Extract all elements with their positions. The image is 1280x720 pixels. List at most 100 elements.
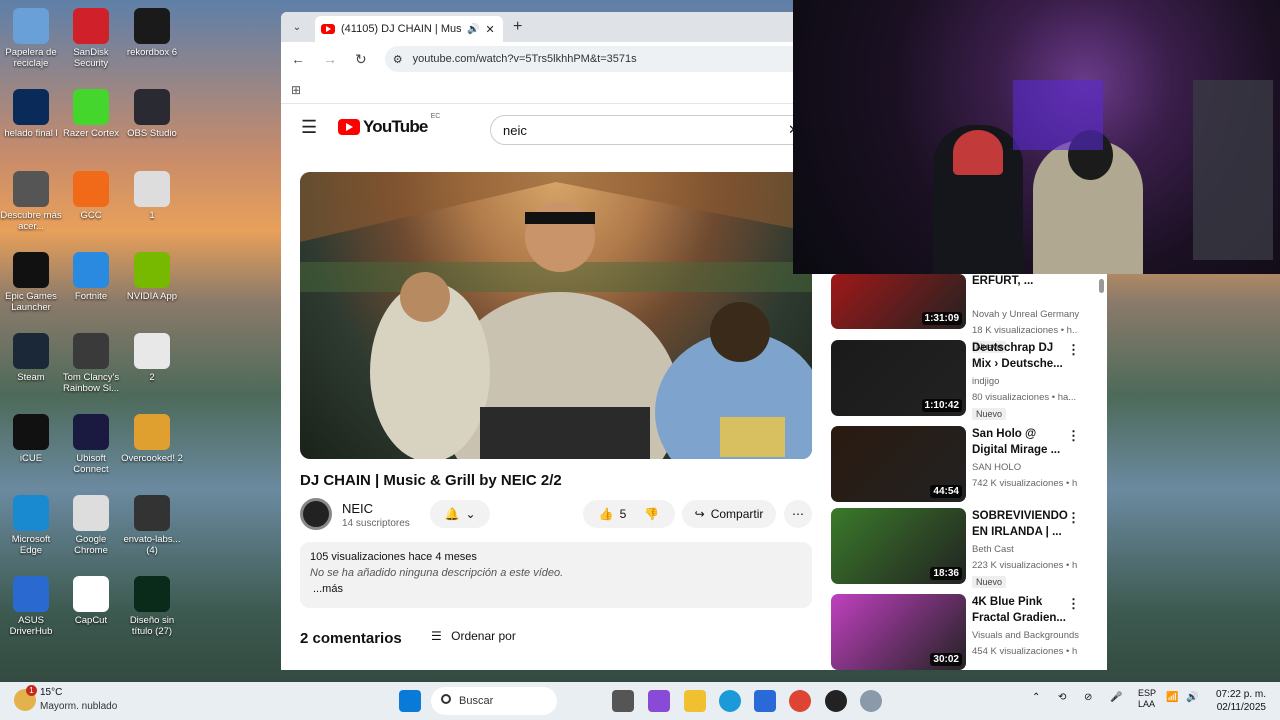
show-more-link[interactable]: ...más (313, 583, 802, 595)
recommendation-thumbnail[interactable]: 1:10:42 (831, 340, 966, 416)
video-player[interactable] (300, 172, 812, 459)
new-tab-button[interactable]: + (513, 18, 522, 36)
store-icon[interactable] (754, 690, 776, 712)
recommendation-item[interactable]: 18:36 SOBREVIVIENDO EN IRLANDA | ... Beth … (831, 508, 1101, 588)
forward-icon[interactable]: → (323, 51, 337, 67)
desktop-icon[interactable]: iCUE (0, 414, 62, 464)
share-button[interactable]: ↪ Compartir (682, 500, 776, 528)
recommendation-channel[interactable]: indjigo (972, 376, 999, 387)
desktop-icon[interactable]: Epic Games Launcher (0, 252, 62, 313)
desktop-icon[interactable]: Fortnite (60, 252, 122, 302)
network-icon[interactable]: 📶 (1166, 692, 1178, 703)
description-box[interactable]: 105 visualizaciones hace 4 meses No se h… (300, 542, 812, 608)
recommendation-title[interactable]: 4K Blue Pink Fractal Gradien... (972, 594, 1072, 626)
scroll-thumb[interactable] (1099, 279, 1104, 293)
desktop-icon[interactable]: Overcooked! 2 (121, 414, 183, 464)
recommendation-item[interactable]: 1:10:42 Deutschrap DJ Mix › Deutsche... in… (831, 340, 1101, 420)
recommendation-title[interactable]: Deutschrap DJ Mix › Deutsche... (972, 340, 1072, 372)
desktop-icon[interactable]: ASUS DriverHub (0, 576, 62, 637)
recommendation-item[interactable]: 44:54 San Holo @ Digital Mirage ... SAN HO… (831, 426, 1101, 502)
recommendation-channel[interactable]: Novah y Unreal Germany (972, 309, 1079, 320)
tray-app-icon[interactable]: ⟲ (1058, 692, 1066, 703)
desktop-icon[interactable]: 2 (121, 333, 183, 383)
settings-icon[interactable] (860, 690, 882, 712)
desktop-icon-label: Fortnite (74, 291, 108, 302)
back-icon[interactable]: ← (291, 51, 305, 67)
desktop-icon[interactable]: Microsoft Edge (0, 495, 62, 556)
app-icon (13, 414, 49, 450)
toolbar: ← → ↻ ⚙ youtube.com/watch?v=5Trs5lkhhPM&… (281, 42, 821, 76)
desktop-icon[interactable]: SanDisk Security (60, 8, 122, 69)
video-title: DJ CHAIN | Music & Grill by NEIC 2/2 (300, 472, 562, 489)
recommendation-menu-icon[interactable]: ⋮ (1067, 428, 1080, 444)
sort-button[interactable]: ☰ Ordenar por (431, 629, 516, 643)
app-icon (73, 576, 109, 612)
tab-youtube[interactable]: (41105) DJ CHAIN | Music & Grill by NEIC… (315, 16, 503, 42)
recommendation-title[interactable]: ERFURT, ... (972, 273, 1072, 289)
desktop-icon[interactable]: Papelera de reciclaje (0, 8, 62, 69)
recommendation-channel[interactable]: Visuals and Backgrounds (972, 630, 1079, 641)
search-input[interactable]: neic ✕ (490, 115, 810, 145)
recommendation-menu-icon[interactable]: ⋮ (1067, 510, 1080, 526)
copilot-icon[interactable] (648, 690, 670, 712)
desktop-icon[interactable]: 1 (121, 171, 183, 221)
desktop-icon[interactable]: envato-labs... (4) (121, 495, 183, 556)
close-tab-icon[interactable]: ✕ (485, 23, 494, 36)
recommendation-thumbnail[interactable]: 44:54 (831, 426, 966, 502)
recommendation-title[interactable]: San Holo @ Digital Mirage ... (972, 426, 1072, 458)
recommendation-thumbnail[interactable]: 30:02 (831, 594, 966, 670)
like-icon[interactable]: 👍 (599, 507, 614, 521)
clock[interactable]: 07:22 p. m. 02/11/2025 (1214, 688, 1266, 714)
tray-game-icon[interactable]: ⊘ (1084, 692, 1092, 703)
more-actions-button[interactable]: ⋯ (784, 500, 812, 528)
recommendation-thumbnail[interactable]: 1:31:09 (831, 274, 966, 329)
address-bar[interactable]: ⚙ youtube.com/watch?v=5Trs5lkhhPM&t=3571… (384, 46, 811, 72)
desktop-icon[interactable]: Google Chrome (60, 495, 122, 556)
channel-name[interactable]: NEIC (342, 501, 373, 516)
task-view-icon[interactable] (612, 690, 634, 712)
app-icon (73, 333, 109, 369)
site-info-icon[interactable]: ⚙ (393, 53, 403, 66)
tab-search-button[interactable]: ⌄ (287, 17, 307, 37)
youtube-logo[interactable]: YouTube EC (338, 113, 440, 137)
desktop-icon[interactable]: NVIDIA App (121, 252, 183, 302)
recommendation-thumbnail[interactable]: 18:36 (831, 508, 966, 584)
desktop-icon[interactable]: Descubre más acer... (0, 171, 62, 232)
recommendation-title[interactable]: SOBREVIVIENDO EN IRLANDA | ... (972, 508, 1072, 540)
desktop-icon[interactable]: GCC (60, 171, 122, 221)
speaker-icon[interactable]: 🔊 (467, 24, 479, 35)
dislike-icon[interactable]: 👎 (644, 507, 659, 521)
edge-taskbar-icon[interactable] (719, 690, 741, 712)
volume-icon[interactable]: 🔊 (1186, 692, 1198, 703)
language-indicator[interactable]: ESP LAA (1138, 688, 1156, 710)
desktop-icon[interactable]: helado final l (0, 89, 62, 139)
subscribe-bell-button[interactable]: 🔔 ⌄ (430, 500, 490, 528)
duration-badge: 44:54 (930, 485, 962, 498)
desktop-icon[interactable]: Razer Cortex (60, 89, 122, 139)
desktop-icon[interactable]: Diseño sin título (27) (121, 576, 183, 637)
desktop-icon[interactable]: Ubisoft Connect (60, 414, 122, 475)
menu-icon[interactable]: ☰ (301, 117, 331, 138)
start-button[interactable] (399, 690, 421, 712)
file-explorer-icon[interactable] (684, 690, 706, 712)
taskbar-search[interactable]: Buscar (431, 687, 557, 715)
chrome-taskbar-icon[interactable] (789, 690, 811, 712)
apps-grid-icon[interactable]: ⊞ (291, 83, 301, 97)
desktop-icon[interactable]: OBS Studio (121, 89, 183, 139)
channel-avatar[interactable] (300, 498, 332, 530)
recommendation-menu-icon[interactable]: ⋮ (1067, 342, 1080, 358)
recommendation-channel[interactable]: Beth Cast (972, 544, 1014, 555)
recommendation-channel[interactable]: SAN HOLO (972, 462, 1021, 473)
reload-icon[interactable]: ↻ (355, 51, 367, 68)
desktop-icon[interactable]: CapCut (60, 576, 122, 626)
mic-icon[interactable]: 🎤 (1110, 692, 1122, 703)
desktop-icon[interactable]: Steam (0, 333, 62, 383)
desktop-icon[interactable]: Tom Clancy's Rainbow Si... (60, 333, 122, 394)
desktop-icon[interactable]: rekordbox 6 (121, 8, 183, 58)
recommendations-scrollbar[interactable] (1098, 275, 1106, 669)
tray-chevron-icon[interactable]: ⌃ (1032, 692, 1040, 703)
weather-desc: Mayorm. nublado (40, 701, 118, 712)
obs-taskbar-icon[interactable] (825, 690, 847, 712)
recommendation-menu-icon[interactable]: ⋮ (1067, 596, 1080, 612)
recommendation-item[interactable]: 30:02 4K Blue Pink Fractal Gradien... Visu… (831, 594, 1101, 670)
